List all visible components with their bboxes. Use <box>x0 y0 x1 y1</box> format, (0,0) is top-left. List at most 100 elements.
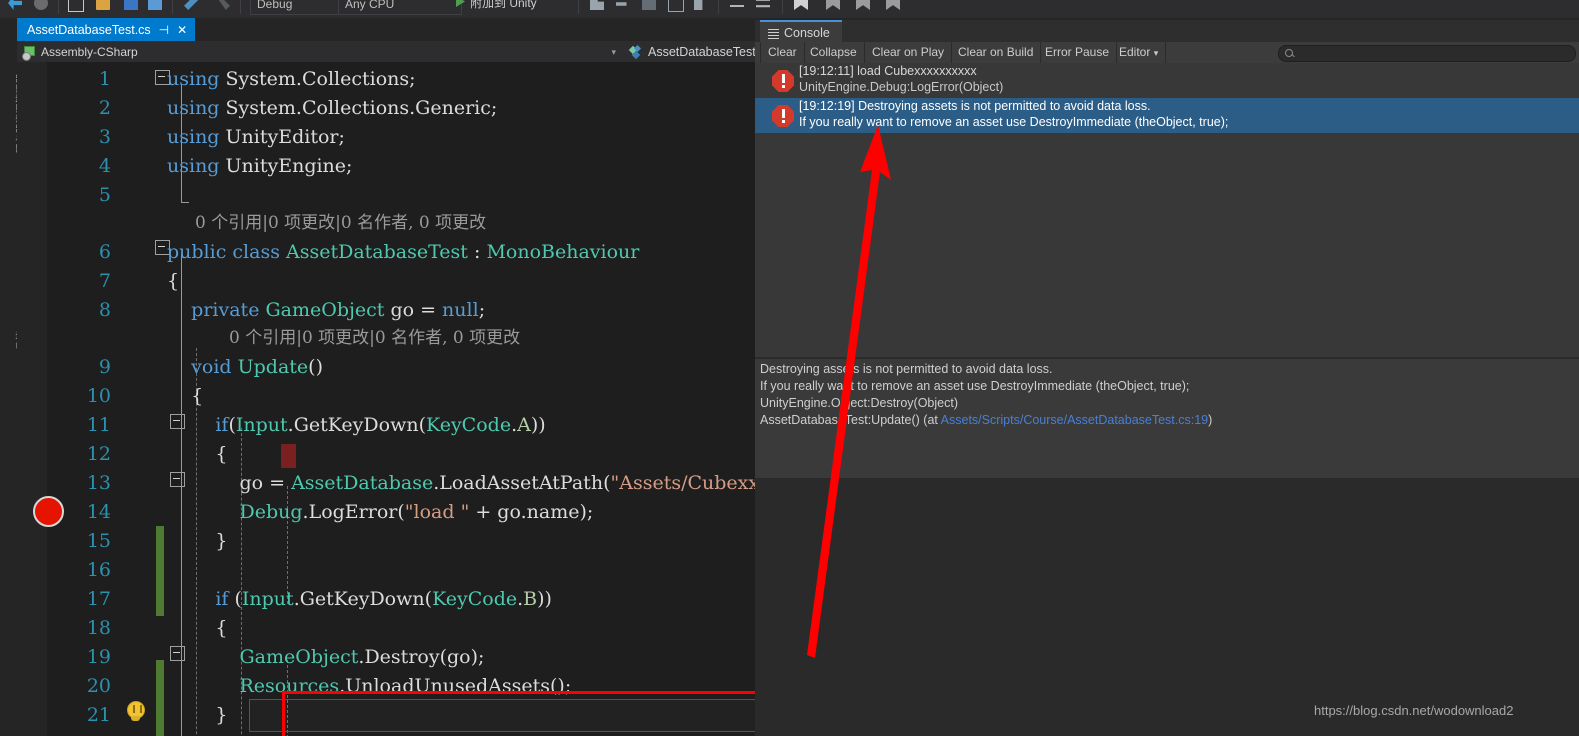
console-editor-dropdown[interactable]: Editor ▾ <box>1112 42 1167 63</box>
left-dock-strip: 服务器资源管理器 工具箱 <box>0 18 28 736</box>
new-file-icon[interactable] <box>68 0 84 12</box>
code-line[interactable]: using System.Collections; <box>167 65 416 94</box>
line-number: 4 <box>98 155 111 177</box>
editor-breakpoint-gutter[interactable] <box>17 62 47 736</box>
build-configuration-dropdown[interactable]: Debug <box>250 0 342 15</box>
fold-guide-usings-end <box>181 202 189 203</box>
console-clear-on-play-button[interactable]: Clear on Play <box>865 42 953 63</box>
quick-actions-lightbulb-icon[interactable] <box>125 701 147 724</box>
uncomment-selection-icon[interactable] <box>756 0 770 8</box>
console-icon <box>768 28 779 39</box>
code-map-icon[interactable] <box>590 0 604 10</box>
grid-icon[interactable] <box>642 0 656 10</box>
code-line[interactable]: public class AssetDatabaseTest : MonoBeh… <box>167 238 639 267</box>
line-number: 11 <box>86 414 111 436</box>
line-number: 8 <box>98 299 111 321</box>
close-tab-icon[interactable]: ✕ <box>177 23 187 37</box>
code-line[interactable]: void Update() <box>167 353 323 382</box>
breakpoint-marker-line-12[interactable] <box>33 496 64 527</box>
change-bar-saved-b <box>156 660 164 736</box>
bookmark-icon[interactable] <box>794 0 808 10</box>
navigate-back-icon[interactable] <box>8 0 22 10</box>
search-icon <box>1285 49 1293 57</box>
code-line[interactable]: using System.Collections.Generic; <box>167 94 497 123</box>
code-line[interactable]: Debug.LogError("load " + go.name); <box>167 498 593 527</box>
attach-to-unity-label[interactable]: 附加到 Unity <box>470 0 537 11</box>
annotation-red-box <box>282 691 778 736</box>
code-line[interactable]: { <box>167 614 227 643</box>
navbar-project-dropdown[interactable]: Assembly-CSharp ▾ <box>22 43 622 61</box>
code-line[interactable]: if(Input.GetKeyDown(KeyCode.A)) <box>167 411 545 440</box>
pin-tab-icon[interactable]: ⊣ <box>159 23 169 37</box>
console-tab[interactable]: Console <box>760 20 842 44</box>
bookmark-clear-icon[interactable] <box>886 0 900 10</box>
save-icon[interactable] <box>124 0 138 10</box>
code-line[interactable]: if (Input.GetKeyDown(KeyCode.B)) <box>167 585 552 614</box>
code-line[interactable]: using UnityEditor; <box>167 123 345 152</box>
code-line[interactable]: GameObject.Destroy(go); <box>167 643 484 672</box>
code-line[interactable]: { <box>167 267 179 296</box>
console-tab-label: Console <box>784 26 830 40</box>
navbar-project-label: Assembly-CSharp <box>41 45 138 59</box>
unity-console-panel[interactable]: Console Clear Collapse Clear on Play Cle… <box>755 20 1579 736</box>
code-line[interactable]: private GameObject go = null; <box>167 296 485 325</box>
bookmark-next-icon[interactable] <box>856 0 870 10</box>
console-message-row[interactable]: [19:12:19] Destroying assets is not perm… <box>755 98 1579 133</box>
save-all-icon[interactable] <box>148 0 162 10</box>
detail-stacktrace-link[interactable]: Assets/Scripts/Course/AssetDatabaseTest.… <box>941 413 1208 427</box>
redo-icon[interactable] <box>216 0 230 10</box>
bookmark-prev-icon[interactable] <box>826 0 840 10</box>
console-error-pause-button[interactable]: Error Pause <box>1038 42 1118 63</box>
undo-icon[interactable] <box>184 0 198 10</box>
line-number: 20 <box>86 675 111 697</box>
line-number: 10 <box>86 385 111 407</box>
detail-line-4-prefix: AssetDatabaseTest:Update() (at <box>760 413 941 427</box>
change-bar-saved-a <box>156 526 164 616</box>
document-tab-assetdatabasetest[interactable]: AssetDatabaseTest.cs ⊣ ✕ <box>17 18 196 41</box>
console-message-line-2: If you really want to remove an asset us… <box>799 115 1229 129</box>
list-lines-icon[interactable] <box>616 0 630 6</box>
line-number: 12 <box>86 443 111 465</box>
vs-toolbar: Debug Any CPU 附加到 Unity <box>0 0 1579 18</box>
code-line[interactable]: } <box>167 701 227 730</box>
line-number: 9 <box>98 356 111 378</box>
line-number: 15 <box>86 530 111 552</box>
navigate-forward-icon[interactable] <box>34 0 48 10</box>
code-line[interactable]: { <box>167 440 227 469</box>
console-search-input[interactable] <box>1278 45 1576 62</box>
console-clear-button[interactable]: Clear <box>760 42 805 63</box>
build-platform-dropdown[interactable]: Any CPU <box>338 0 462 15</box>
console-message-row[interactable]: [19:12:11] load Cubexxxxxxxxxx UnityEngin… <box>755 63 1579 98</box>
console-tabstrip <box>755 20 1579 42</box>
assembly-icon <box>22 45 36 61</box>
selection-highlight-line-12 <box>281 444 296 468</box>
console-toolbar: Clear Collapse Clear on Play Clear on Bu… <box>755 42 1579 64</box>
document-tab-label: AssetDatabaseTest.cs <box>27 22 151 37</box>
line-number: 21 <box>86 704 111 726</box>
line-number: 1 <box>98 68 111 90</box>
line-number: 7 <box>98 270 111 292</box>
line-number: 16 <box>86 559 111 581</box>
console-message-line-2: UnityEngine.Debug:LogError(Object) <box>799 80 1004 94</box>
detail-line-4-suffix: ) <box>1208 413 1213 427</box>
code-line[interactable]: using UnityEngine; <box>167 152 352 181</box>
detail-line-3: UnityEngine.Object:Destroy(Object) <box>760 396 958 410</box>
console-message-list[interactable]: [19:12:11] load Cubexxxxxxxxxx UnityEngin… <box>755 63 1579 357</box>
line-number: 17 <box>86 588 111 610</box>
line-number: 14 <box>86 501 111 523</box>
line-number: 18 <box>86 617 111 639</box>
comment-selection-icon[interactable] <box>730 5 744 7</box>
codelens-annotation[interactable]: 0 个引用|0 项更改|0 名作者, 0 项更改 <box>195 210 486 237</box>
codelens-annotation[interactable]: 0 个引用|0 项更改|0 名作者, 0 项更改 <box>229 325 520 352</box>
open-folder-icon[interactable] <box>96 0 110 10</box>
console-collapse-button[interactable]: Collapse <box>803 42 865 63</box>
align-icon[interactable] <box>694 0 703 10</box>
code-line[interactable]: { <box>167 382 203 411</box>
console-editor-label: Editor <box>1119 45 1151 59</box>
code-line[interactable]: } <box>167 527 227 556</box>
console-detail-pane[interactable]: Destroying assets is not permitted to av… <box>755 359 1579 479</box>
window-layout-icon[interactable] <box>668 0 684 12</box>
error-icon <box>772 70 794 92</box>
console-clear-on-build-button[interactable]: Clear on Build <box>951 42 1042 63</box>
line-number: 13 <box>86 472 111 494</box>
